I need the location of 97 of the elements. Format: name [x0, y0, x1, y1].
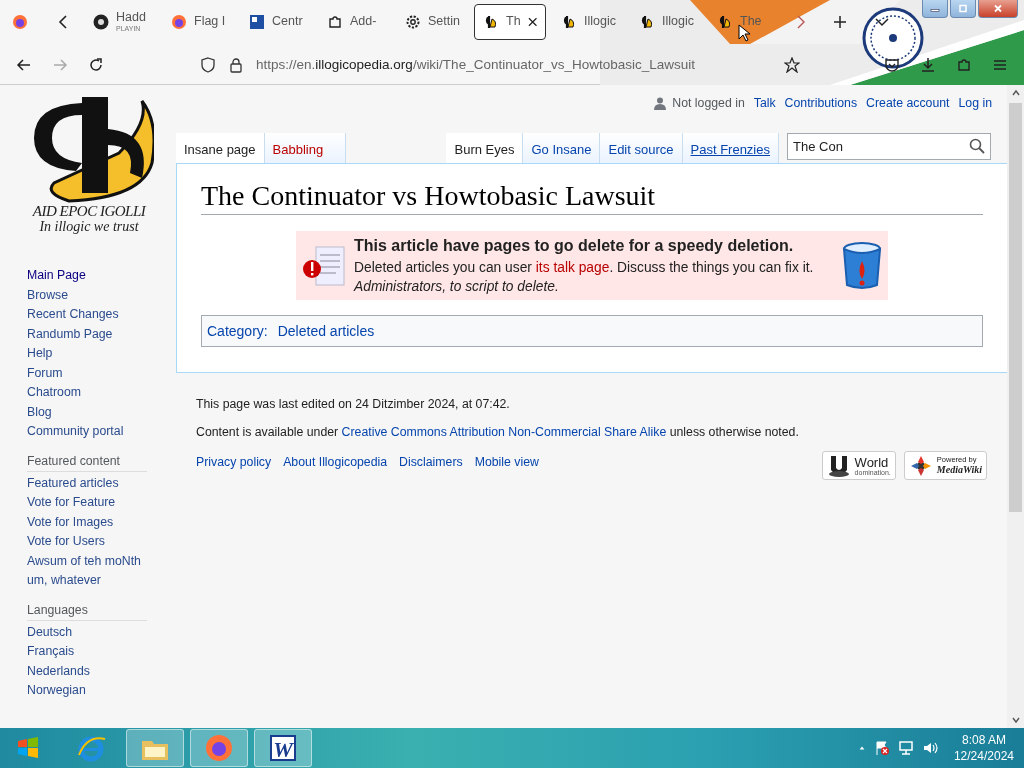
page-tab[interactable]: Past Frenzies	[682, 133, 779, 163]
browser-tab[interactable]: Flag I	[162, 4, 234, 40]
search-icon[interactable]	[969, 138, 985, 154]
license-text: Content is available under Creative Commons Attribution Non-Commercial Share Alike unless otherwise noted.	[196, 425, 800, 439]
clock[interactable]: 8:08 AM 12/24/2024	[953, 732, 1014, 764]
personal-link[interactable]: Contributions	[784, 96, 858, 110]
sidebar-link[interactable]: Norwegian	[27, 681, 176, 701]
close-window-button[interactable]	[978, 0, 1018, 18]
address-field[interactable]: https://en.illogicopedia.org/wiki/The_Continuator_vs_Howtobasic_Lawsuit	[256, 57, 772, 72]
browser-tab[interactable]: Add-	[318, 4, 390, 40]
minimize-button[interactable]	[922, 0, 948, 18]
browser-tab[interactable]: Centr	[240, 4, 312, 40]
sidebar-link[interactable]: Blog	[27, 402, 176, 422]
sidebar-link[interactable]: Featured articles	[27, 473, 176, 493]
scrollbar[interactable]	[1007, 85, 1024, 728]
sidebar-link[interactable]: Chatroom	[27, 383, 176, 403]
lock-icon[interactable]	[228, 56, 244, 73]
square-icon	[249, 14, 265, 30]
sidebar-link[interactable]: Recent Changes	[27, 305, 176, 325]
sidebar-link[interactable]: Browse	[27, 285, 176, 305]
show-hidden-icons-icon[interactable]	[857, 744, 866, 752]
scroll-down-icon[interactable]	[1010, 715, 1021, 725]
sidebar-heading: Languages	[27, 602, 147, 621]
site-logo-icon	[717, 14, 733, 30]
personal-link[interactable]: Talk	[753, 96, 776, 110]
sidebar-link[interactable]: Help	[27, 344, 176, 364]
sidebar-link[interactable]: Main Page	[27, 266, 176, 286]
last-edited-text: This page was last edited on 24 Ditzimber 2024, at 07:42.	[196, 397, 511, 411]
sidebar-link[interactable]: Nederlands	[27, 661, 176, 681]
browser-tab[interactable]: Th	[474, 4, 546, 40]
puzzle-icon	[327, 14, 343, 30]
footer-link[interactable]: Mobile view	[474, 455, 539, 469]
close-icon	[993, 3, 1003, 14]
shield-icon[interactable]	[200, 56, 216, 73]
sidebar-link[interactable]: Community portal	[27, 422, 176, 442]
site-logo-icon	[561, 14, 577, 30]
sidebar-link[interactable]: Français	[27, 642, 176, 662]
network-icon[interactable]	[897, 740, 914, 756]
restore-icon	[958, 3, 968, 14]
site-logo-icon	[483, 14, 499, 30]
restore-button[interactable]	[950, 0, 976, 18]
sidebar-heading: Featured content	[27, 453, 147, 472]
sidebar-link[interactable]: Awsum of teh moNth	[27, 551, 176, 571]
cursor-icon	[738, 24, 750, 42]
license-link[interactable]: Creative Commons Attribution Non-Commercial Share Alike	[341, 425, 667, 439]
new-tab-icon[interactable]	[832, 14, 848, 30]
user-icon	[654, 96, 667, 110]
flag-icon[interactable]	[873, 740, 890, 756]
notice-title: This article have pages to go delete for a speedy deletion.	[354, 237, 795, 255]
trash-bin-icon	[842, 240, 882, 291]
volume-icon[interactable]	[921, 740, 938, 756]
puzzle-icon[interactable]	[956, 56, 972, 73]
page-tab[interactable]: Insane page	[176, 133, 265, 163]
login-status: Not logged in	[672, 96, 745, 110]
personal-link[interactable]: Log in	[958, 96, 992, 110]
disc-icon	[93, 14, 109, 30]
sidebar-link[interactable]: Deutsch	[27, 622, 176, 642]
footer-link[interactable]: Disclaimers	[399, 455, 463, 469]
browser-logo-icon	[171, 14, 187, 30]
page-tab[interactable]: Go Insane	[523, 133, 601, 163]
taskbar-app[interactable]: W	[254, 729, 312, 767]
logo-tagline: In illogic we trust	[39, 220, 139, 234]
back-icon[interactable]	[16, 56, 32, 73]
page-title: The Continuator vs Howtobasic Lawsuit	[201, 180, 983, 215]
settings-icon	[405, 14, 421, 30]
taskbar-app[interactable]	[190, 729, 248, 767]
browser-logo-icon[interactable]	[12, 14, 28, 30]
site-logo-icon	[639, 14, 655, 30]
notice-note: Administrators, to script to delete.	[354, 279, 560, 294]
chevron-right-icon[interactable]	[796, 14, 806, 30]
download-icon[interactable]	[920, 56, 936, 73]
sidebar-link[interactable]: Randumb Page	[27, 324, 176, 344]
reload-icon[interactable]	[88, 56, 104, 73]
sidebar-link[interactable]: Vote for Images	[27, 512, 176, 532]
sidebar-link[interactable]: Vote for Users	[27, 532, 176, 552]
logo-wordmark: AID EPOC IGOLLI	[32, 203, 146, 220]
page-tab[interactable]: Edit source	[600, 133, 683, 163]
browser-tab[interactable]: Settin	[396, 4, 468, 40]
category-link[interactable]: Deleted articles	[277, 323, 375, 339]
browser-tab[interactable]: Illogic	[630, 4, 702, 40]
notice-text: Deleted articles you can user its talk page. Discuss the things you can fix it.	[354, 260, 815, 275]
scroll-up-icon[interactable]	[1010, 88, 1021, 98]
browser-logo-icon	[204, 733, 234, 763]
category-label[interactable]: Category:	[207, 323, 268, 339]
close-icon[interactable]	[527, 17, 537, 27]
search-field[interactable]: The Con	[787, 133, 991, 160]
star-icon[interactable]	[784, 56, 800, 73]
sidebar-link[interactable]: Forum	[27, 363, 176, 383]
footer-link[interactable]: Privacy policy	[196, 455, 272, 469]
browser-tab[interactable]: Illogic	[552, 4, 624, 40]
page-tab[interactable]: Babbling	[264, 133, 347, 163]
sidebar-link[interactable]: Vote for Feature	[27, 493, 176, 513]
personal-link[interactable]: Create account	[866, 96, 950, 110]
chevron-left-icon[interactable]	[58, 14, 68, 30]
page-tab[interactable]: Burn Eyes	[446, 133, 524, 163]
sidebar-link[interactable]: um, whatever	[27, 571, 176, 591]
footer-link[interactable]: About Illogicopedia	[283, 455, 388, 469]
